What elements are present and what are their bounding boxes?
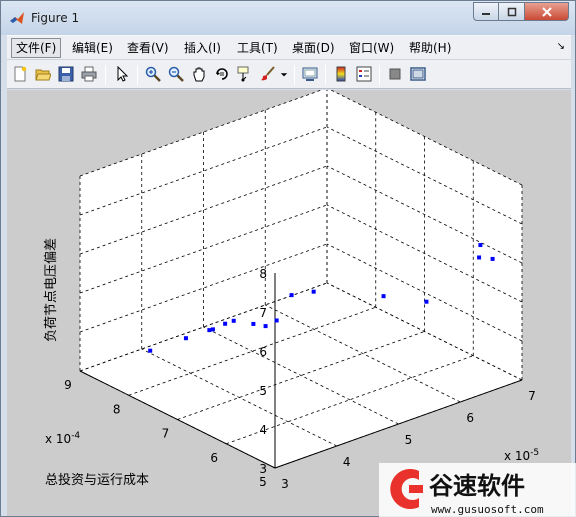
save-figure-icon[interactable] [57,65,75,83]
menu-edit[interactable]: 编辑(E) [68,38,117,58]
z-tick-label: 5 [259,384,267,398]
window-controls [473,2,569,21]
data-point[interactable] [223,321,228,326]
menubar-dock-arrow-icon[interactable]: ↘ [557,41,565,52]
data-point[interactable] [207,328,212,333]
rotate-3d-icon[interactable] [213,65,231,83]
window-title: Figure 1 [31,11,80,25]
x-axis-exponent-label: x 10-5 [504,448,539,463]
close-icon [541,6,552,17]
data-point[interactable] [478,243,483,248]
x-tick-label: 3 [281,477,289,491]
figure-toolbar [7,59,571,89]
x-tick-label: 5 [405,433,413,447]
menu-bar: 文件(F) 编辑(E) 查看(V) 插入(I) 工具(T) 桌面(D) 窗口(W… [7,35,571,59]
brush-dropdown-arrow-icon[interactable] [279,65,289,83]
hide-plot-tools-icon[interactable] [386,65,404,83]
data-point[interactable] [274,318,279,323]
data-point[interactable] [477,255,482,260]
y-tick-label: 6 [210,451,218,465]
y-tick-label: 8 [113,402,121,416]
z-tick-label: 8 [259,267,267,281]
open-file-icon[interactable] [34,65,52,83]
data-point[interactable] [311,289,316,294]
x-tick-label: 7 [528,389,536,403]
data-point[interactable] [263,324,268,329]
edit-plot-icon[interactable] [113,65,131,83]
y-tick-label: 9 [64,378,72,392]
colorbar-icon[interactable] [332,65,350,83]
data-point[interactable] [231,318,236,323]
data-point[interactable] [210,327,215,332]
maximize-button[interactable] [499,2,525,21]
menu-help[interactable]: 帮助(H) [405,38,455,58]
pan-icon[interactable] [190,65,208,83]
y-tick-label: 7 [162,427,170,441]
toolbar-separator [379,65,380,85]
data-point[interactable] [289,293,294,298]
print-figure-icon[interactable] [80,65,98,83]
brush-icon[interactable] [259,65,277,83]
minimize-button[interactable] [473,2,499,21]
y-axis-label: 总投资与运行成本 [45,472,149,488]
scatter3d-axes[interactable]: 3 4 5 6 7 5 6 7 8 9 3 4 5 6 7 8 负荷节点电压偏差 总投资与运行成本 x 10-… [7,90,571,516]
link-plot-icon[interactable] [301,65,319,83]
toolbar-separator [137,65,138,85]
matlab-logo-icon [9,10,25,26]
zoom-out-icon[interactable] [167,65,185,83]
data-point[interactable] [183,336,188,341]
figure-window: Figure 1 文件(F) 编辑(E) 查看(V) 插入(I) 工具(T) 桌… [0,0,576,517]
data-point[interactable] [424,299,429,304]
menu-view[interactable]: 查看(V) [123,38,173,58]
menu-window[interactable]: 窗口(W) [345,38,398,58]
show-plot-tools-icon[interactable] [409,65,427,83]
z-axis-label: 负荷节点电压偏差 [44,238,59,342]
minimize-icon [482,12,490,15]
brand-url: www.gusuosoft.com [431,503,544,516]
data-cursor-icon[interactable] [236,65,254,83]
toolbar-separator [294,65,295,85]
toolbar-separator [105,65,106,85]
data-point[interactable] [148,348,153,353]
legend-icon[interactable] [355,65,373,83]
menu-tools[interactable]: 工具(T) [233,38,282,58]
figure-canvas[interactable]: 3 4 5 6 7 5 6 7 8 9 3 4 5 6 7 8 负荷节点电压偏差 总投资与运行成本 x 10-… [7,90,571,516]
zoom-in-icon[interactable] [144,65,162,83]
data-point[interactable] [381,294,386,299]
data-point[interactable] [251,321,256,326]
restore-icon [507,7,516,16]
z-tick-label: 3 [259,462,267,476]
toolbar-separator [325,65,326,85]
new-figure-icon[interactable] [11,65,29,83]
menu-insert[interactable]: 插入(I) [180,38,225,58]
x-tick-label: 4 [343,455,351,469]
brand-name: 谷速软件 [429,472,525,500]
z-tick-label: 4 [259,423,267,437]
title-bar[interactable]: Figure 1 [1,1,575,35]
z-tick-label: 7 [259,306,267,320]
menu-desktop[interactable]: 桌面(D) [288,38,339,58]
y-axis-exponent-label: x 10-4 [45,431,80,446]
menu-file[interactable]: 文件(F) [11,38,62,58]
watermark-logo: 谷速软件 www.gusuosoft.com [379,463,576,517]
z-tick-label: 6 [259,345,267,359]
data-point[interactable] [490,256,495,261]
close-button[interactable] [525,2,569,21]
y-tick-label: 5 [259,475,267,489]
x-tick-label: 6 [466,411,474,425]
